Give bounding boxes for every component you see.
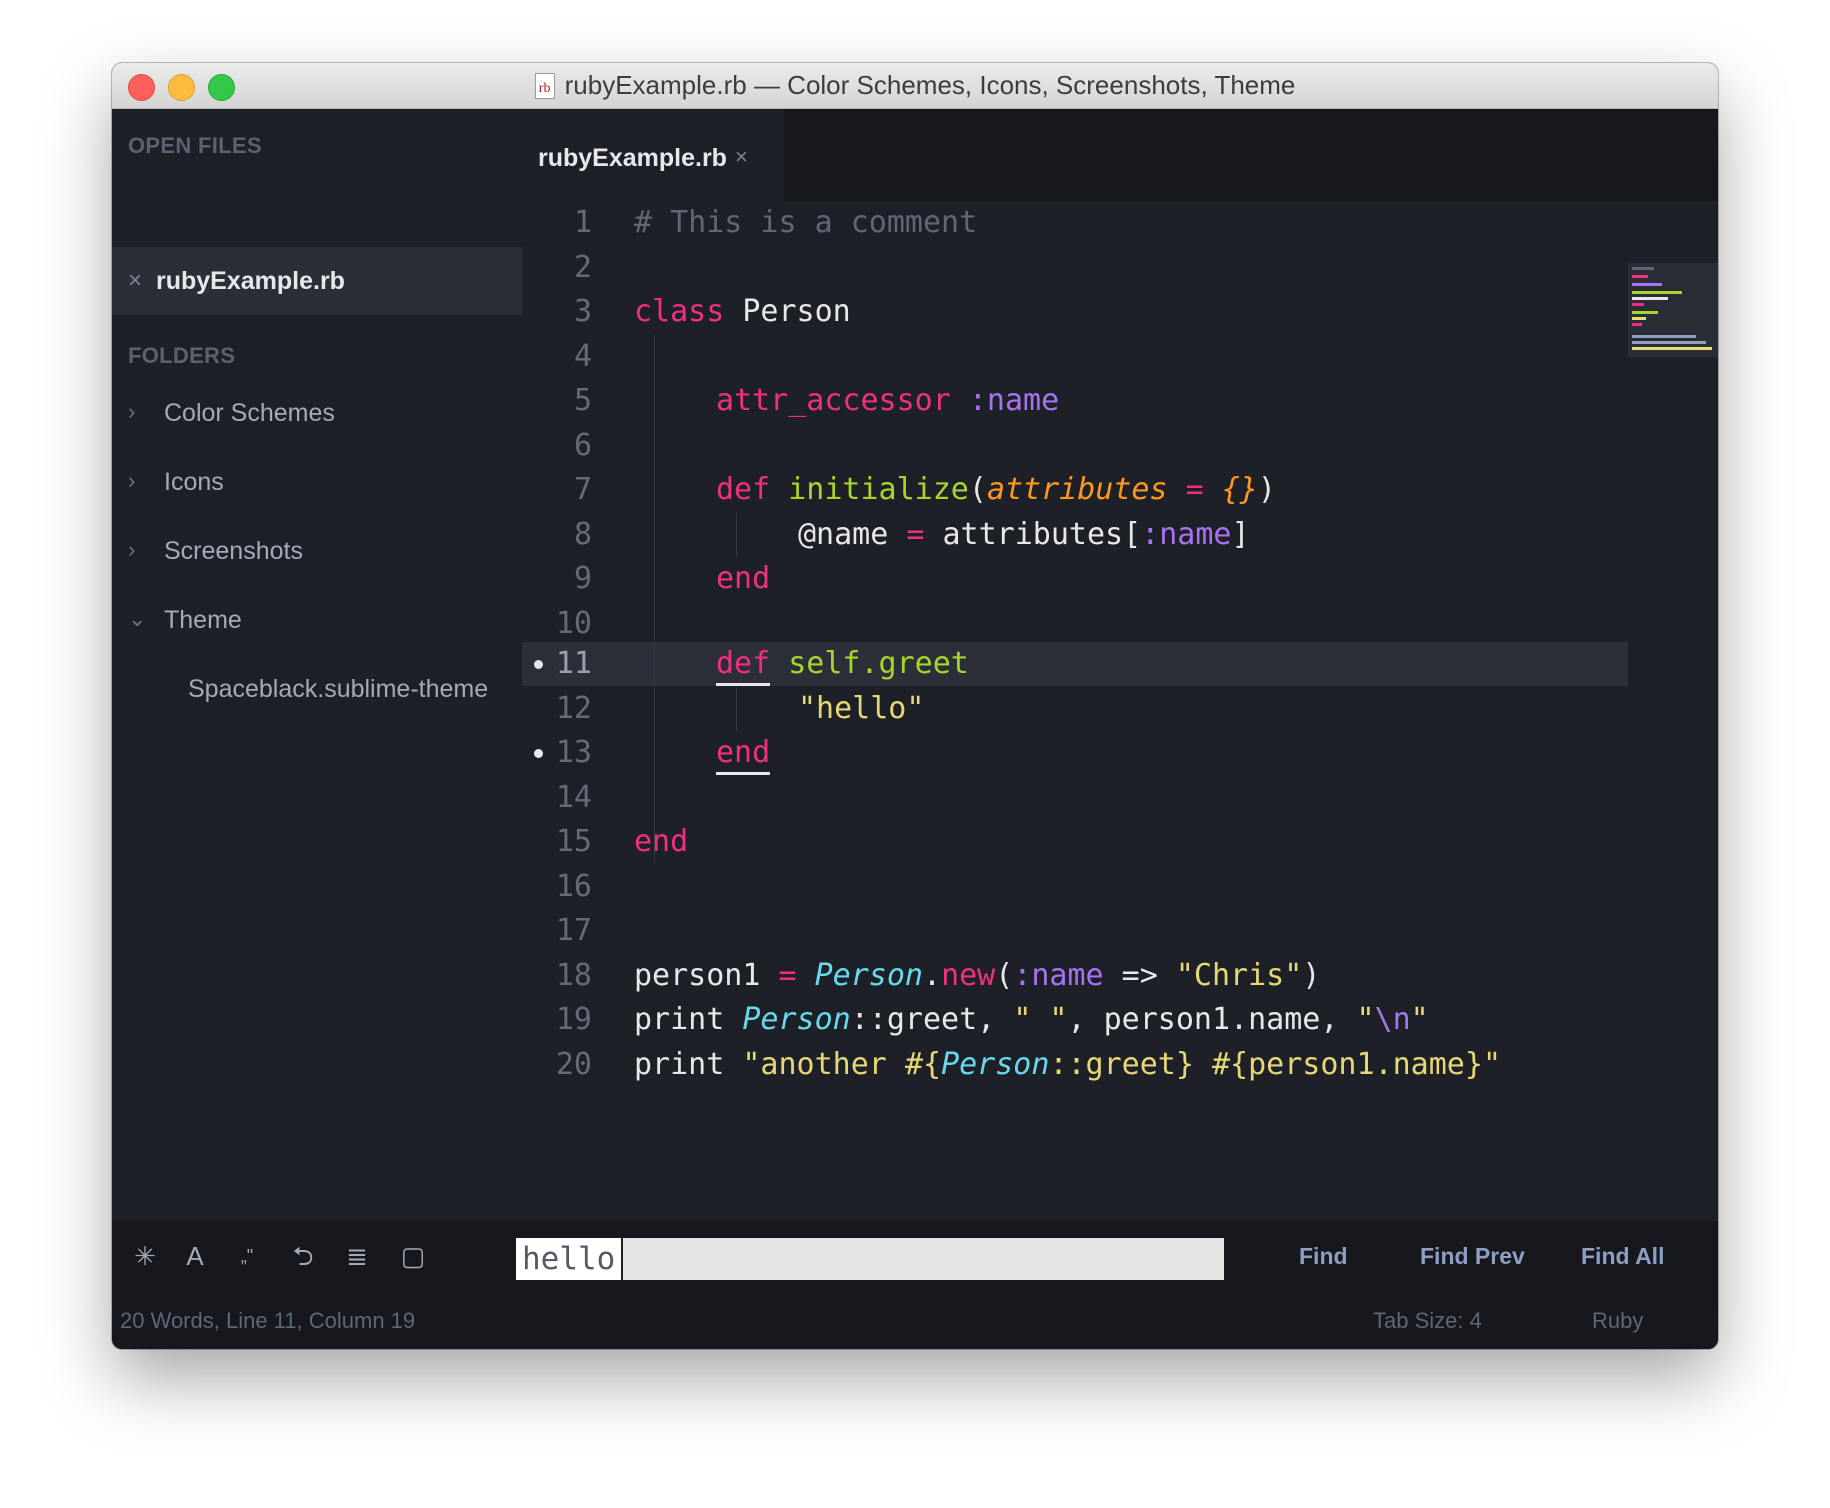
syntax-status[interactable]: Ruby xyxy=(1592,1308,1643,1334)
highlight-matches-icon[interactable]: ▢ xyxy=(398,1239,428,1273)
line-number: 2 xyxy=(573,250,592,285)
tab-rubyexample[interactable]: rubyExample.rb × xyxy=(522,109,784,201)
code-line-20: print "another #{Person::greet} #{person… xyxy=(634,1047,1501,1082)
sidebar: OPEN FILES × rubyExample.rb FOLDERS › Co… xyxy=(112,109,522,1221)
case-sensitive-icon[interactable]: A xyxy=(180,1239,210,1273)
chevron-right-icon: › xyxy=(128,468,136,493)
line-number: 15 xyxy=(555,824,592,859)
tab-bar: rubyExample.rb × xyxy=(522,109,1718,201)
line-number: 20 xyxy=(555,1047,592,1082)
code-line-18: person1 = Person.new(:name => "Chris") xyxy=(634,958,1321,993)
code-line-11: def self.greet xyxy=(716,646,969,681)
code-line-15: end xyxy=(634,824,689,859)
whole-word-icon[interactable]: „" xyxy=(232,1239,262,1273)
folder-color-schemes[interactable]: › Color Schemes xyxy=(112,395,522,435)
editor-window: rb rubyExample.rb — Color Schemes, Icons… xyxy=(112,63,1718,1349)
chevron-right-icon: › xyxy=(128,399,136,424)
line-number: 18 xyxy=(555,958,592,993)
code-line-7: def initialize(attributes = {}) xyxy=(716,472,1276,507)
minimap-line xyxy=(1632,347,1712,350)
open-files-header: OPEN FILES xyxy=(128,133,262,158)
line-number: 13 xyxy=(555,735,592,770)
bracket-match-underline xyxy=(716,772,770,775)
minimap-line xyxy=(1632,283,1662,286)
minimap-line xyxy=(1632,317,1646,320)
minimap-line xyxy=(1632,275,1648,278)
line-number: 12 xyxy=(555,691,592,726)
folder-label: Screenshots xyxy=(164,537,303,565)
line-number: 16 xyxy=(555,869,592,904)
minimap-line xyxy=(1632,267,1654,270)
find-input[interactable]: hello xyxy=(516,1238,1224,1280)
wrap-icon[interactable]: ⮌ xyxy=(288,1239,318,1273)
folders-header: FOLDERS xyxy=(128,343,236,368)
minimap-line xyxy=(1632,303,1644,306)
line-number: 7 xyxy=(573,472,592,507)
status-bar: 20 Words, Line 11, Column 19 Tab Size: 4… xyxy=(112,1291,1718,1349)
code-line-19: print Person::greet, " ", person1.name, … xyxy=(634,1002,1429,1037)
minimap-line xyxy=(1632,291,1682,294)
minimap-line xyxy=(1632,297,1668,300)
minimap-line xyxy=(1632,311,1658,314)
indent-guide xyxy=(654,335,655,863)
code-line-5: attr_accessor :name xyxy=(716,383,1060,418)
folder-label: Icons xyxy=(164,468,224,496)
folder-label: Color Schemes xyxy=(164,399,335,427)
in-selection-icon[interactable]: ≣ xyxy=(342,1239,372,1273)
close-file-icon[interactable]: × xyxy=(128,267,142,295)
minimap-line xyxy=(1632,323,1642,326)
find-prev-button[interactable]: Find Prev xyxy=(1420,1243,1525,1270)
tab-label: rubyExample.rb xyxy=(538,144,727,172)
folder-theme[interactable]: ⌄ Theme xyxy=(112,602,522,642)
find-query-text: hello xyxy=(516,1238,624,1280)
code-editor[interactable]: 1 2 3 4 5 6 7 8 9 10 11 12 13 14 15 16 1… xyxy=(522,201,1718,1221)
open-file-name: rubyExample.rb xyxy=(156,267,345,295)
chevron-down-icon: ⌄ xyxy=(128,606,147,631)
line-number: 19 xyxy=(555,1002,592,1037)
line-number: 11 xyxy=(555,646,592,681)
window-title: rubyExample.rb — Color Schemes, Icons, S… xyxy=(564,70,1296,100)
title-bar: rb rubyExample.rb — Color Schemes, Icons… xyxy=(112,63,1718,109)
current-line-highlight xyxy=(522,642,1628,686)
file-spaceblack-theme[interactable]: Spaceblack.sublime-theme xyxy=(188,675,488,704)
open-file-item[interactable]: × rubyExample.rb xyxy=(112,247,522,315)
code-line-3: class Person xyxy=(634,294,851,329)
chevron-right-icon: › xyxy=(128,537,136,562)
find-all-button[interactable]: Find All xyxy=(1581,1243,1664,1270)
folder-icons[interactable]: › Icons xyxy=(112,464,522,504)
line-number: 17 xyxy=(555,913,592,948)
cursor-position-status: 20 Words, Line 11, Column 19 xyxy=(120,1308,416,1333)
line-number: 3 xyxy=(573,294,592,329)
tab-size-status[interactable]: Tab Size: 4 xyxy=(1373,1308,1482,1334)
code-line-12: "hello" xyxy=(798,691,925,726)
minimap-line xyxy=(1632,341,1706,344)
find-button[interactable]: Find xyxy=(1299,1243,1348,1270)
line-number: 4 xyxy=(573,339,592,374)
ruby-file-icon: rb xyxy=(534,72,555,99)
code-line-13: end xyxy=(716,735,771,770)
line-number: 1 xyxy=(573,205,592,240)
code-line-9: end xyxy=(716,561,771,596)
regex-icon[interactable]: ✳ xyxy=(130,1239,160,1273)
folder-label: Theme xyxy=(164,606,242,634)
minimap[interactable] xyxy=(1628,263,1718,357)
line-number: 6 xyxy=(573,428,592,463)
line-number: 14 xyxy=(555,780,592,815)
line-number: 8 xyxy=(573,517,592,552)
line-number: 10 xyxy=(555,606,592,641)
minimap-line xyxy=(1632,335,1696,338)
find-panel: ✳ A „" ⮌ ≣ ▢ hello Find Find Prev Find A… xyxy=(112,1221,1718,1291)
code-line-8: @name = attributes[:name] xyxy=(798,517,1250,552)
indent-guide xyxy=(736,513,737,557)
line-number: 5 xyxy=(573,383,592,418)
line-number: 9 xyxy=(573,561,592,596)
bracket-match-underline xyxy=(716,683,770,686)
indent-guide xyxy=(736,687,737,731)
close-tab-icon[interactable]: × xyxy=(735,144,748,170)
code-line-1: # This is a comment xyxy=(634,205,978,240)
folder-screenshots[interactable]: › Screenshots xyxy=(112,533,522,573)
